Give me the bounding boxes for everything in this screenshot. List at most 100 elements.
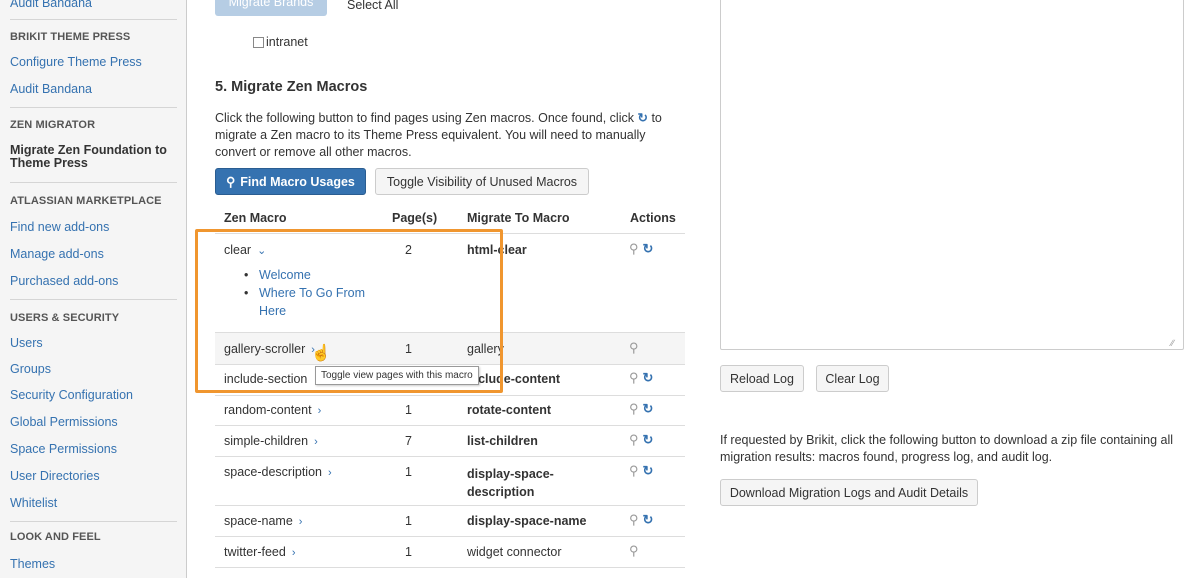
column-header-pages: Page(s)	[392, 211, 438, 225]
sidebar-divider	[10, 107, 177, 108]
sidebar-item-themes[interactable]: Themes	[10, 557, 55, 571]
row-actions: ⚲ ↻	[629, 401, 653, 417]
page-count: 1	[405, 545, 412, 559]
search-icon[interactable]: ⚲	[629, 340, 639, 355]
column-header-migrate-to: Migrate To Macro	[467, 211, 570, 225]
search-icon[interactable]: ⚲	[629, 432, 639, 447]
sidebar-item-migrate-zen-active[interactable]: Migrate Zen Foundation to Theme Press	[10, 144, 175, 170]
sidebar-item-find-new-addons[interactable]: Find new add-ons	[10, 220, 109, 234]
page-count: 1	[405, 514, 412, 528]
row-rule	[215, 425, 685, 426]
refresh-icon[interactable]: ↻	[643, 463, 654, 478]
sidebar-item-audit-bandana-top[interactable]: Audit Bandana	[10, 0, 92, 10]
row-actions: ⚲ ↻	[629, 512, 653, 528]
reload-log-button[interactable]: Reload Log	[720, 365, 804, 392]
brand-checkbox-label: intranet	[266, 35, 308, 49]
target-macro: display-space-name	[467, 514, 587, 528]
log-textarea[interactable]	[720, 0, 1184, 350]
sidebar-heading-marketplace: ATLASSIAN MARKETPLACE	[10, 195, 162, 207]
target-macro: rotate-content	[467, 403, 552, 417]
search-icon[interactable]: ⚲	[629, 512, 639, 527]
row-rule	[215, 456, 685, 457]
toggle-unused-macros-button[interactable]: Toggle Visibility of Unused Macros	[375, 168, 589, 195]
chevron-right-icon[interactable]: ›	[292, 547, 296, 559]
chevron-right-icon[interactable]: ›	[299, 516, 303, 528]
page-count: 1	[405, 403, 412, 417]
resize-grip-icon[interactable]: ∕∕	[1171, 338, 1174, 348]
find-macro-usages-label: Find Macro Usages	[240, 174, 355, 189]
description-part-1: Click the following button to find pages…	[215, 111, 634, 125]
macro-name: simple-children	[224, 434, 309, 448]
sidebar-item-security-configuration[interactable]: Security Configuration	[10, 388, 133, 402]
refresh-icon[interactable]: ↻	[643, 432, 654, 447]
table-row: random-content ›	[224, 403, 321, 417]
target-macro: display-space-description	[467, 467, 554, 499]
row-rule	[215, 536, 685, 537]
row-rule	[215, 395, 685, 396]
macro-name: twitter-feed	[224, 545, 286, 559]
download-description: If requested by Brikit, click the follow…	[720, 433, 1174, 464]
admin-sidebar: Audit Bandana BRIKIT THEME PRESS Configu…	[0, 0, 187, 578]
search-icon[interactable]: ⚲	[629, 543, 639, 558]
sidebar-item-user-directories[interactable]: User Directories	[10, 469, 100, 483]
search-icon[interactable]: ⚲	[629, 401, 639, 416]
select-all-link[interactable]: Select All	[347, 0, 398, 12]
sidebar-item-configure-theme-press[interactable]: Configure Theme Press	[10, 55, 142, 69]
page-count: 1	[405, 465, 412, 479]
search-icon[interactable]: ⚲	[629, 463, 639, 478]
refresh-icon[interactable]: ↻	[643, 241, 654, 256]
target-macro: list-children	[467, 434, 538, 448]
refresh-icon: ↻	[637, 111, 648, 125]
highlight-box	[195, 229, 503, 393]
table-row: space-description ›	[224, 465, 332, 479]
search-icon[interactable]: ⚲	[629, 370, 639, 385]
sidebar-heading-users-security: USERS & SECURITY	[10, 312, 120, 324]
refresh-icon[interactable]: ↻	[643, 370, 654, 385]
sidebar-divider	[10, 521, 177, 522]
sidebar-item-users[interactable]: Users	[10, 336, 43, 350]
chevron-right-icon[interactable]: ›	[328, 467, 332, 479]
migrate-brands-button[interactable]: Migrate Brands	[215, 0, 327, 16]
column-header-actions: Actions	[630, 211, 676, 225]
refresh-icon[interactable]: ↻	[643, 401, 654, 416]
refresh-icon[interactable]: ↻	[643, 512, 654, 527]
clear-log-button[interactable]: Clear Log	[816, 365, 889, 392]
sidebar-item-whitelist[interactable]: Whitelist	[10, 496, 57, 510]
row-actions: ⚲ ↻	[629, 432, 653, 448]
brand-checkbox-row[interactable]: intranet	[253, 35, 308, 49]
sidebar-item-groups[interactable]: Groups	[10, 362, 51, 376]
table-row: twitter-feed ›	[224, 545, 296, 559]
row-actions: ⚲	[629, 340, 639, 356]
row-actions: ⚲	[629, 543, 639, 559]
target-macro: widget connector	[467, 545, 562, 559]
macro-name: random-content	[224, 403, 312, 417]
chevron-right-icon[interactable]: ›	[314, 436, 318, 448]
sidebar-item-manage-addons[interactable]: Manage add-ons	[10, 247, 104, 261]
page-count: 7	[405, 434, 412, 448]
sidebar-heading-brikit: BRIKIT THEME PRESS	[10, 31, 131, 43]
brand-checkbox[interactable]	[253, 36, 264, 48]
search-icon[interactable]: ⚲	[629, 241, 639, 256]
row-rule	[215, 567, 685, 568]
sidebar-heading-look-and-feel: LOOK AND FEEL	[10, 531, 101, 543]
sidebar-item-global-permissions[interactable]: Global Permissions	[10, 415, 118, 429]
sidebar-item-audit-bandana[interactable]: Audit Bandana	[10, 82, 92, 96]
sidebar-item-purchased-addons[interactable]: Purchased add-ons	[10, 274, 118, 288]
section-title: 5. Migrate Zen Macros	[215, 79, 368, 95]
sidebar-item-space-permissions[interactable]: Space Permissions	[10, 442, 117, 456]
sidebar-heading-zen-migrator: ZEN MIGRATOR	[10, 119, 96, 131]
macro-name: space-name	[224, 514, 293, 528]
sidebar-divider	[10, 19, 177, 20]
chevron-right-icon[interactable]: ›	[318, 405, 322, 417]
sidebar-divider	[10, 299, 177, 300]
search-icon: ⚲	[226, 175, 236, 189]
table-row: space-name ›	[224, 514, 302, 528]
row-rule	[215, 505, 685, 506]
find-macro-usages-button[interactable]: ⚲ Find Macro Usages	[215, 168, 366, 195]
sidebar-divider	[10, 182, 177, 183]
section-description: Click the following button to find pages…	[215, 110, 685, 161]
macro-name: space-description	[224, 465, 322, 479]
table-row: simple-children ›	[224, 434, 318, 448]
download-logs-button[interactable]: Download Migration Logs and Audit Detail…	[720, 479, 978, 506]
row-actions: ⚲ ↻	[629, 241, 653, 257]
